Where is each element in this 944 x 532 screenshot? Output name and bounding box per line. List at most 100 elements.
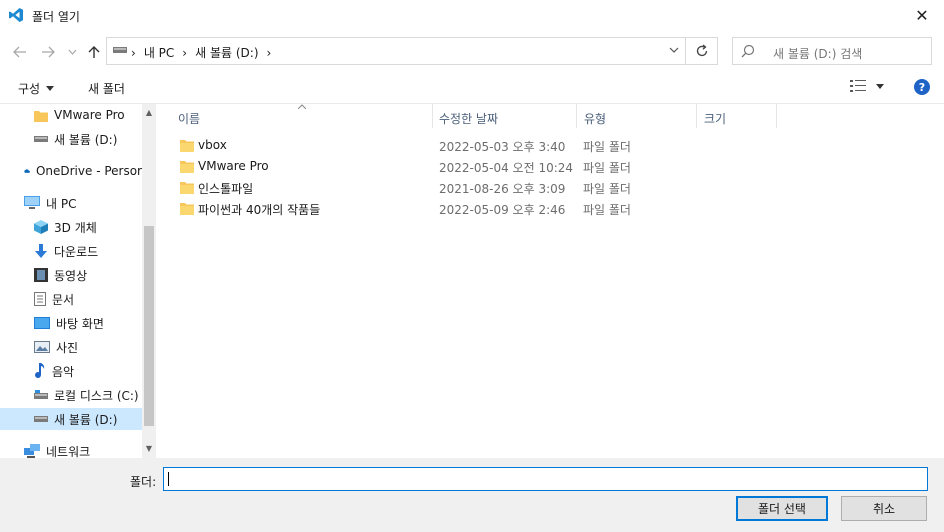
organize-label: 구성 [18, 82, 41, 96]
file-row[interactable]: vbox 2022-05-03 오후 3:40 파일 폴더 [176, 135, 936, 156]
select-folder-button[interactable]: 폴더 선택 [736, 496, 828, 521]
search-input[interactable]: 새 볼륨 (D:) 검색 [732, 37, 932, 65]
file-type: 파일 폴더 [583, 203, 631, 217]
file-type: 파일 폴더 [583, 140, 631, 154]
sidebar-item-label: 다운로드 [54, 244, 99, 259]
cancel-label: 취소 [872, 502, 896, 516]
download-icon [35, 244, 47, 258]
sidebar-item-label: 사진 [56, 340, 79, 355]
drive-icon [34, 136, 48, 142]
details-view-icon [850, 80, 866, 92]
sidebar-item-documents[interactable]: 문서 [34, 288, 144, 310]
column-divider[interactable] [576, 104, 577, 128]
organize-button[interactable]: 구성 [18, 80, 55, 97]
sidebar-item-pictures[interactable]: 사진 [34, 336, 144, 358]
file-name: 인스톨파일 [198, 182, 254, 196]
file-name: 파이썬과 40개의 작품들 [198, 203, 321, 217]
desktop-icon [34, 317, 50, 329]
back-button[interactable] [10, 42, 30, 62]
window-title: 폴더 열기 [32, 10, 80, 24]
sidebar-item-3d-objects[interactable]: 3D 개체 [34, 216, 144, 238]
refresh-icon [696, 44, 707, 57]
title-bar: 폴더 열기 ✕ [0, 0, 944, 31]
column-type[interactable]: 유형 [584, 110, 606, 127]
view-options-button[interactable] [850, 80, 884, 92]
drive-icon [113, 47, 127, 53]
close-button[interactable]: ✕ [900, 0, 944, 31]
sidebar-item-label: 3D 개체 [54, 220, 97, 235]
column-size[interactable]: 크기 [704, 110, 726, 127]
column-modified[interactable]: 수정한 날짜 [439, 110, 498, 127]
sidebar-item-music[interactable]: 음악 [34, 360, 144, 382]
caret-down-icon [876, 83, 884, 89]
cancel-button[interactable]: 취소 [841, 496, 927, 521]
arrow-left-icon [13, 46, 26, 58]
scroll-down-icon[interactable]: ▼ [144, 444, 154, 454]
chevron-down-icon[interactable] [669, 45, 679, 55]
sidebar-item-desktop[interactable]: 바탕 화면 [34, 312, 144, 334]
sidebar-item-label: 로컬 디스크 (C:) [54, 388, 139, 403]
sidebar-item-downloads[interactable]: 다운로드 [34, 240, 144, 262]
sidebar-item-label: 네트워크 [46, 444, 91, 459]
folder-icon [180, 203, 194, 215]
pc-icon [24, 196, 40, 209]
folder-icon [180, 140, 194, 152]
recent-locations-button[interactable] [62, 42, 82, 62]
drive-icon [34, 390, 48, 399]
text-caret [168, 472, 169, 486]
sidebar-item-label: 새 볼륨 (D:) [54, 412, 118, 427]
forward-button[interactable] [38, 42, 58, 62]
sidebar-item-label: 바탕 화면 [56, 316, 104, 331]
file-type: 파일 폴더 [583, 161, 631, 175]
column-name[interactable]: 이름 [178, 110, 200, 127]
file-modified: 2022-05-04 오전 10:24 [439, 161, 574, 175]
column-header-row: 이름 수정한 날짜 유형 크기 [158, 104, 944, 130]
up-button[interactable] [84, 42, 104, 62]
sidebar-scrollbar[interactable]: ▲ ▼ [142, 104, 156, 458]
breadcrumb-separator-icon: › [182, 45, 188, 60]
sidebar-item-local-disk-c[interactable]: 로컬 디스크 (C:) [34, 384, 144, 406]
network-icon [24, 444, 40, 458]
sidebar-item-this-pc[interactable]: 내 PC [24, 192, 142, 214]
sidebar-item-onedrive[interactable]: OneDrive - Persor [24, 160, 142, 182]
column-divider[interactable] [776, 104, 777, 128]
search-placeholder: 새 볼륨 (D:) 검색 [773, 47, 863, 61]
new-folder-button[interactable]: 새 폴더 [88, 80, 125, 97]
folder-icon [180, 182, 194, 194]
folder-name-input[interactable] [163, 467, 928, 491]
breadcrumb-item[interactable]: 내 PC [144, 44, 174, 61]
help-icon: ? [918, 80, 926, 94]
breadcrumb-item[interactable]: 새 볼륨 (D:) [195, 44, 258, 61]
folder-icon [34, 110, 48, 122]
sidebar-item-volume-d-selected[interactable]: 새 볼륨 (D:) [0, 408, 142, 430]
command-bar: 구성 새 폴더 ? [0, 71, 944, 104]
video-icon [34, 268, 48, 282]
breadcrumb-separator-icon: › [266, 45, 272, 60]
file-name: VMware Pro [198, 159, 269, 173]
column-divider[interactable] [432, 104, 433, 128]
file-row[interactable]: 파이썬과 40개의 작품들 2022-05-09 오후 2:46 파일 폴더 [176, 198, 936, 219]
sidebar-item-label: 내 PC [46, 196, 77, 211]
file-name: vbox [198, 138, 227, 152]
scroll-up-icon[interactable]: ▲ [144, 108, 154, 118]
refresh-button[interactable] [686, 37, 718, 65]
sidebar-item-videos[interactable]: 동영상 [34, 264, 144, 286]
file-row[interactable]: 인스톨파일 2021-08-26 오후 3:09 파일 폴더 [176, 177, 936, 198]
select-folder-label: 폴더 선택 [758, 502, 806, 516]
sidebar-item-vmware-pro[interactable]: VMware Pro [34, 104, 144, 126]
breadcrumb-separator-icon: › [131, 45, 136, 60]
file-modified: 2022-05-09 오후 2:46 [439, 203, 566, 217]
file-row[interactable]: VMware Pro 2022-05-04 오전 10:24 파일 폴더 [176, 156, 936, 177]
sidebar-item-label: 새 볼륨 (D:) [54, 132, 118, 147]
address-bar[interactable]: › 내 PC › 새 볼륨 (D:) › [106, 37, 686, 65]
vscode-icon [9, 8, 23, 22]
sidebar-item-volume-d[interactable]: 새 볼륨 (D:) [34, 128, 144, 150]
cloud-icon [24, 169, 30, 173]
help-button[interactable]: ? [914, 79, 930, 95]
scrollbar-thumb[interactable] [144, 226, 154, 426]
sort-ascending-icon [298, 104, 306, 109]
picture-icon [34, 341, 50, 353]
sidebar-item-label: OneDrive - Persor [35, 164, 142, 178]
close-icon: ✕ [915, 6, 929, 25]
column-divider[interactable] [696, 104, 697, 128]
